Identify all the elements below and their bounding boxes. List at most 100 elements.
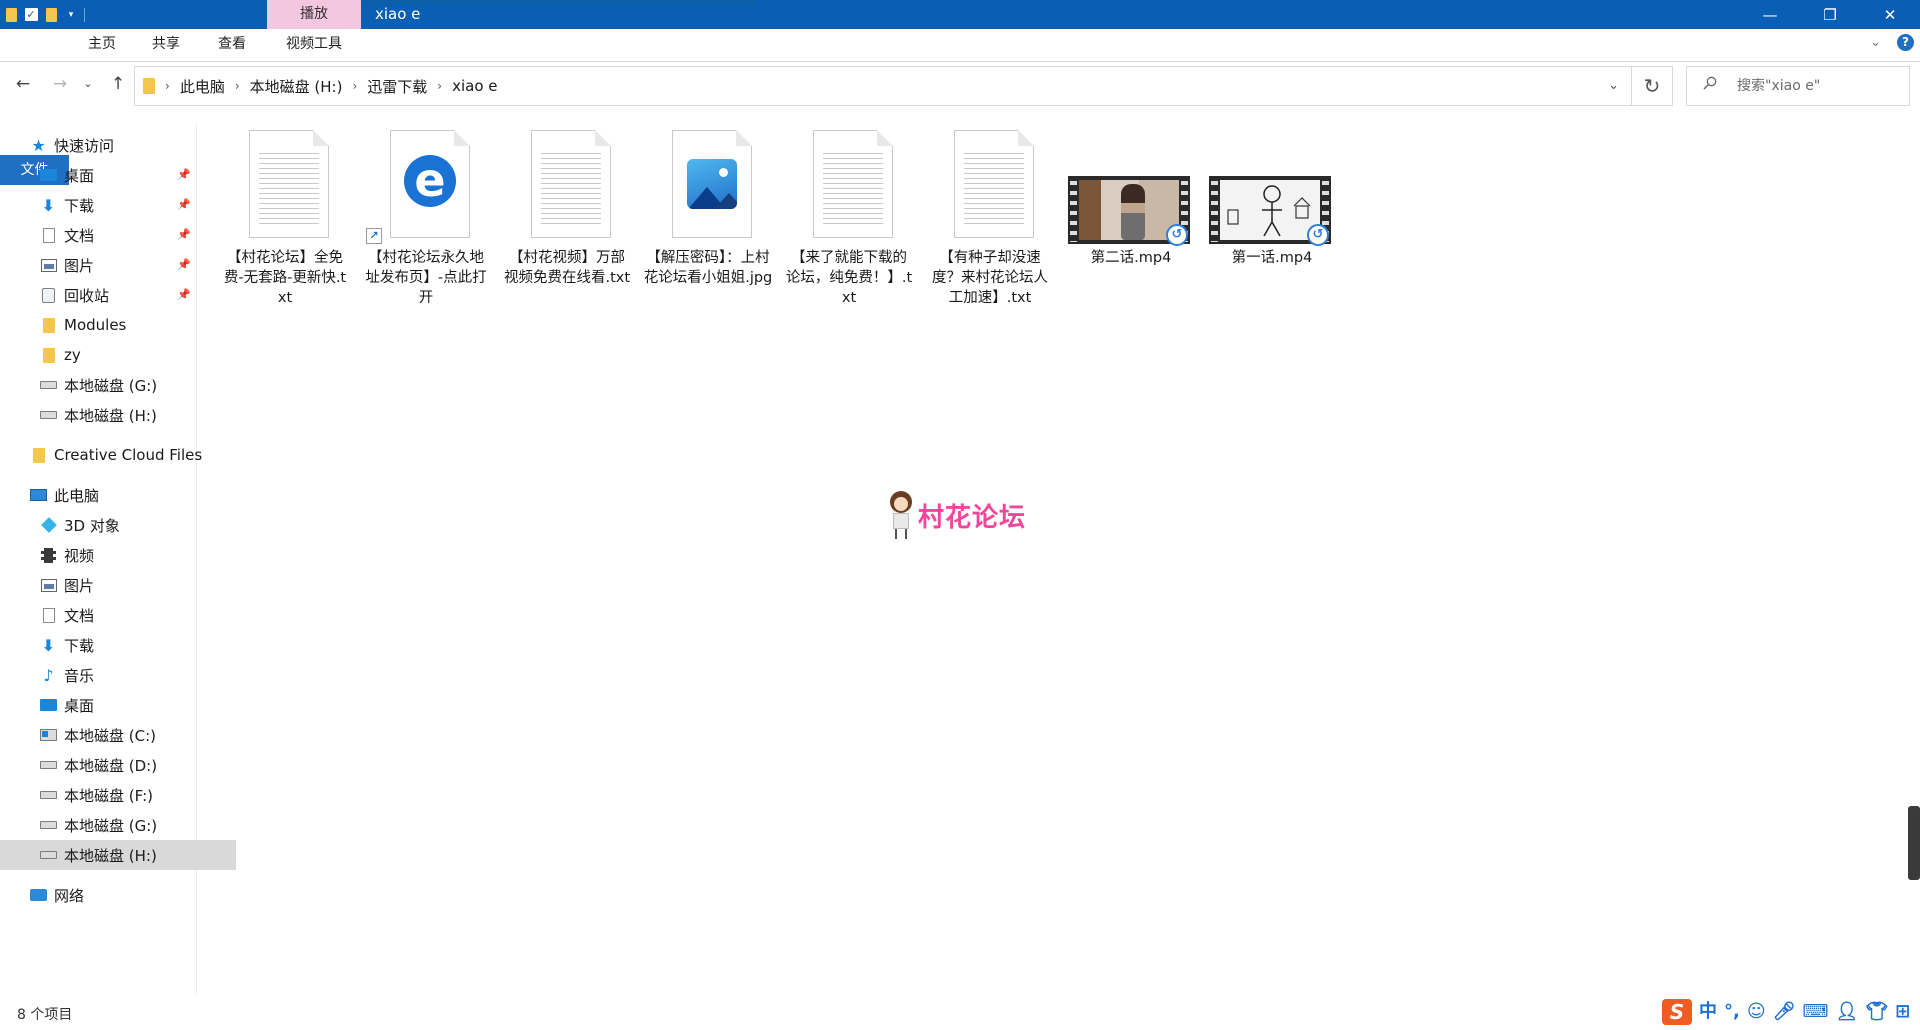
sidebar-item-pc-pictures[interactable]: 图片 xyxy=(0,570,236,600)
windows-drive-icon xyxy=(40,728,57,743)
back-icon[interactable]: ← xyxy=(11,72,35,96)
shortcut-arrow-icon: ↗ xyxy=(366,228,382,244)
tab-share[interactable]: 共享 xyxy=(147,29,185,59)
pin-icon[interactable]: 📌 xyxy=(177,168,191,181)
search-icon xyxy=(1703,76,1717,90)
sidebar-item-drive-c[interactable]: 本地磁盘 (C:) xyxy=(0,720,236,750)
sidebar-item-label: 网络 xyxy=(54,886,85,905)
sidebar-item-drive-g[interactable]: 本地磁盘 (G:) xyxy=(0,810,236,840)
breadcrumb-xunlei[interactable]: 迅雷下载 xyxy=(367,76,427,97)
sidebar-item-label: 回收站 xyxy=(64,286,110,305)
tab-view[interactable]: 查看 xyxy=(213,29,251,59)
expand-ribbon-icon[interactable]: ⌄ xyxy=(1870,35,1881,50)
grid-menu-icon[interactable]: ⊞ xyxy=(1895,1000,1910,1024)
breadcrumb-drive-h[interactable]: 本地磁盘 (H:) xyxy=(250,76,343,97)
sidebar-item-drive-d[interactable]: 本地磁盘 (D:) xyxy=(0,750,236,780)
file-item[interactable]: 【村花论坛】全免费-无套路-更新快.txt xyxy=(220,126,350,308)
user-icon[interactable]: 👤︎ xyxy=(1835,1000,1858,1024)
file-item[interactable]: 【有种子却没速度？来村花论坛人工加速】.txt xyxy=(925,126,1055,308)
breadcrumb-chevron-icon[interactable]: › xyxy=(352,79,357,93)
floating-widget-handle[interactable] xyxy=(1908,806,1920,880)
sidebar-item-pc-downloads[interactable]: ⬇ 下载 xyxy=(0,630,236,660)
sidebar-item-quick-access[interactable]: ★ 快速访问 xyxy=(0,130,226,160)
search-placeholder: 搜索"xiao e" xyxy=(1737,78,1821,94)
up-icon[interactable]: ↑ xyxy=(106,72,130,96)
close-button[interactable]: ✕ xyxy=(1860,0,1920,29)
sidebar-item-documents[interactable]: 文档 📌 xyxy=(0,220,236,250)
refresh-button[interactable]: ↻ xyxy=(1632,66,1673,106)
tab-video-tools[interactable]: 视频工具 xyxy=(280,29,348,59)
file-item[interactable]: ↺ 第一话.mp4 xyxy=(1207,126,1337,268)
sidebar-item-label: 桌面 xyxy=(64,166,95,185)
sidebar-item-label: 本地磁盘 (D:) xyxy=(64,756,158,775)
microphone-icon[interactable]: 🎤︎ xyxy=(1773,1000,1796,1024)
ime-language-toggle[interactable]: 中 xyxy=(1699,1000,1717,1024)
sidebar-item-drive-h[interactable]: 本地磁盘 (H:) xyxy=(0,840,236,870)
punctuation-icon[interactable]: °, xyxy=(1724,1000,1740,1024)
pin-icon[interactable]: 📌 xyxy=(177,288,191,301)
desktop-icon xyxy=(40,698,57,713)
navigation-pane: ★ 快速访问 桌面 📌 ⬇ 下载 📌 文档 📌 图片 📌 回收站 📌 Modul… xyxy=(0,124,236,994)
sidebar-item-drive-h-quick[interactable]: 本地磁盘 (H:) xyxy=(0,400,236,430)
sidebar-item-label: 本地磁盘 (F:) xyxy=(64,786,153,805)
sidebar-item-this-pc[interactable]: 此电脑 xyxy=(0,480,226,510)
video-icon xyxy=(40,547,57,563)
sidebar-item-videos[interactable]: 视频 xyxy=(0,540,236,570)
file-item[interactable]: e ↗ 【村花论坛永久地址发布页】-点此打开 xyxy=(361,126,491,308)
sidebar-item-zy[interactable]: zy xyxy=(0,340,236,370)
sidebar-item-music[interactable]: ♪ 音乐 xyxy=(0,660,236,690)
watermark-logo: 村花论坛 xyxy=(886,488,1026,542)
emoji-icon[interactable]: ☺ xyxy=(1747,1000,1766,1024)
help-icon[interactable]: ? xyxy=(1897,34,1914,51)
minimize-button[interactable]: — xyxy=(1740,0,1800,29)
pin-icon[interactable]: 📌 xyxy=(177,258,191,271)
sidebar-item-modules[interactable]: Modules xyxy=(0,310,236,340)
file-item[interactable]: ↺ 第二话.mp4 xyxy=(1066,126,1196,268)
sidebar-item-network[interactable]: 网络 xyxy=(0,880,226,910)
breadcrumb-chevron-icon[interactable]: › xyxy=(235,79,240,93)
sidebar-item-3d-objects[interactable]: 3D 对象 xyxy=(0,510,236,540)
folder-icon xyxy=(30,447,47,463)
address-history-dropdown-icon[interactable]: ⌄ xyxy=(1608,67,1619,105)
keyboard-icon[interactable]: ⌨ xyxy=(1802,1000,1828,1024)
file-item[interactable]: 【来了就能下载的论坛，纯免费！】.txt xyxy=(784,126,914,308)
skin-shirt-icon[interactable]: 👕︎ xyxy=(1865,1000,1888,1024)
sidebar-item-label: 本地磁盘 (H:) xyxy=(64,846,157,865)
drive-icon xyxy=(40,758,57,773)
tab-home[interactable]: 主页 xyxy=(83,29,121,59)
sidebar-item-creative-cloud[interactable]: Creative Cloud Files xyxy=(0,440,226,470)
breadcrumb-chevron-icon[interactable]: › xyxy=(165,79,170,93)
address-bar[interactable]: › 此电脑 › 本地磁盘 (H:) › 迅雷下载 › xiao e ⌄ xyxy=(134,66,1632,106)
sidebar-item-drive-f[interactable]: 本地磁盘 (F:) xyxy=(0,780,236,810)
sogou-ime-logo-icon[interactable]: S xyxy=(1662,999,1692,1025)
breadcrumb-current[interactable]: xiao e xyxy=(452,77,497,95)
sidebar-item-downloads[interactable]: ⬇ 下载 📌 xyxy=(0,190,236,220)
pin-icon[interactable]: 📌 xyxy=(177,198,191,211)
recent-locations-icon[interactable]: ⌄ xyxy=(80,72,96,96)
tab-play-context[interactable]: 播放 xyxy=(267,0,361,29)
breadcrumb-this-pc[interactable]: 此电脑 xyxy=(180,76,225,97)
network-icon xyxy=(30,888,47,903)
sidebar-item-recycle-bin[interactable]: 回收站 📌 xyxy=(0,280,236,310)
properties-icon[interactable]: ✓ xyxy=(24,7,38,22)
sidebar-item-pictures[interactable]: 图片 📌 xyxy=(0,250,236,280)
thunder-player-badge-icon: ↺ xyxy=(1307,224,1329,246)
search-input[interactable]: 搜索"xiao e" xyxy=(1686,66,1910,106)
sidebar-item-label: 视频 xyxy=(64,546,95,565)
new-folder-icon[interactable] xyxy=(44,7,58,22)
drive-icon xyxy=(40,408,57,423)
pin-icon[interactable]: 📌 xyxy=(177,228,191,241)
file-item[interactable]: 【解压密码】：上村花论坛看小姐姐.jpg xyxy=(643,126,773,288)
restore-button[interactable]: ❐ xyxy=(1800,0,1860,29)
file-item[interactable]: 【村花视频】万部视频免费在线看.txt xyxy=(502,126,632,288)
pictures-icon xyxy=(40,258,57,273)
breadcrumb-chevron-icon[interactable]: › xyxy=(437,79,442,93)
customize-toolbar-dropdown-icon[interactable]: ▾ xyxy=(64,7,78,22)
forward-icon[interactable]: → xyxy=(48,72,72,96)
file-name: 【解压密码】：上村花论坛看小姐姐.jpg xyxy=(643,250,773,286)
sidebar-item-drive-g-quick[interactable]: 本地磁盘 (G:) xyxy=(0,370,236,400)
sidebar-item-pc-documents[interactable]: 文档 xyxy=(0,600,236,630)
sidebar-item-pc-desktop[interactable]: 桌面 xyxy=(0,690,236,720)
sidebar-item-desktop[interactable]: 桌面 📌 xyxy=(0,160,236,190)
sidebar-item-label: 桌面 xyxy=(64,696,95,715)
